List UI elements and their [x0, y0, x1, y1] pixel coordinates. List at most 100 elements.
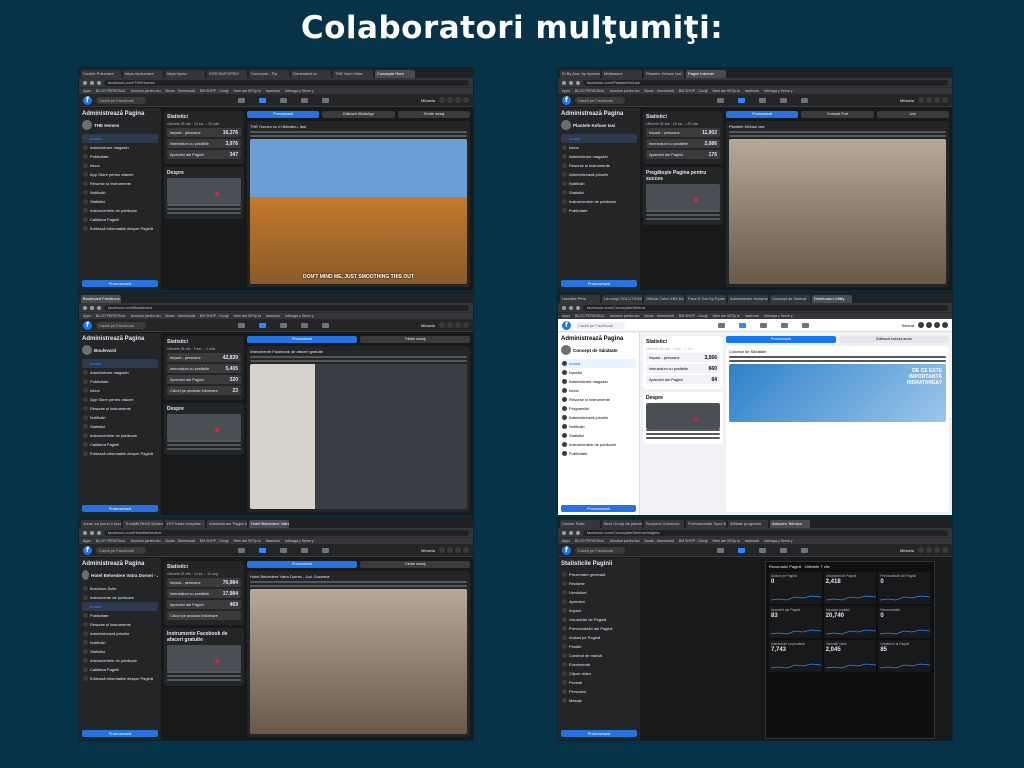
nav-tab-icon[interactable]	[779, 97, 787, 103]
sidebar-item[interactable]: Business Suite	[82, 584, 158, 593]
user-name[interactable]: Mihaela	[900, 98, 914, 103]
reload-icon[interactable]	[576, 80, 580, 85]
stat-row[interactable]: Clicuri pe produse informare 23	[167, 386, 241, 395]
sidebar-item[interactable]: Administrare magazin	[82, 368, 158, 377]
bookmark-item[interactable]: Intreaga y Serve y	[764, 89, 792, 93]
nav-tab-icon[interactable]	[321, 322, 329, 328]
account-icon[interactable]	[463, 322, 469, 328]
bookmark-item[interactable]: BLOG PERSONAL	[575, 314, 605, 318]
bookmark-item[interactable]: Intreaga y Serve y	[764, 314, 792, 318]
sidebar-item[interactable]: Reclame	[561, 579, 637, 588]
nav-tab-icon[interactable]	[717, 322, 725, 328]
map-preview[interactable]	[167, 414, 241, 440]
sidebar-item[interactable]: Vizualizări de Pagină	[561, 615, 637, 624]
sidebar-item[interactable]: Instrumentele de publicare	[82, 431, 158, 440]
sidebar-item[interactable]: Acasă	[82, 602, 158, 611]
action-button[interactable]: Trimite mesaj	[360, 561, 470, 568]
nav-tab-icon[interactable]	[737, 547, 745, 553]
nav-tab-icon[interactable]	[279, 547, 287, 553]
stat-row[interactable]: Interacțiuni cu postările 660	[646, 364, 720, 373]
account-icon[interactable]	[942, 97, 948, 103]
sidebar-item[interactable]: Acasă	[82, 359, 158, 368]
browser-tab[interactable]: Concepte - Pyl	[249, 70, 289, 78]
bookmark-item[interactable]: Anunturi pentru tau	[610, 314, 640, 318]
sidebar-item[interactable]: Clipuri video	[561, 669, 637, 678]
bookmark-item[interactable]: Here are 9S7ip to	[233, 539, 260, 543]
stat-row[interactable]: Impact - persoane 70,984	[167, 578, 241, 587]
bookmark-item[interactable]: facebook	[745, 89, 759, 93]
browser-tab[interactable]: Vreau sa pierzi o faza	[81, 520, 121, 528]
facebook-logo-icon[interactable]: f	[83, 95, 92, 105]
stat-row[interactable]: Aprecieri ale Paginii 64	[646, 375, 720, 384]
promote-button[interactable]: Promovează	[561, 505, 636, 512]
sidebar-item[interactable]: Statistici	[82, 647, 158, 656]
browser-tab[interactable]: Administrare reclamei	[728, 295, 768, 303]
facebook-search-input[interactable]: Caută pe Facebook	[96, 321, 146, 329]
reload-icon[interactable]	[97, 305, 101, 310]
url-field[interactable]: facebook.com/Boulevard	[104, 304, 469, 311]
sidebar-item[interactable]: Inbox	[82, 386, 158, 395]
page-identity[interactable]: Boulevard	[82, 345, 158, 355]
browser-tab[interactable]: Pagini Internet	[686, 70, 726, 78]
sidebar-item[interactable]: Administrează joburile	[561, 170, 637, 179]
promote-button[interactable]: Promovează	[82, 280, 158, 287]
nav-tab-icon[interactable]	[300, 547, 308, 553]
bell-icon[interactable]	[455, 547, 461, 553]
sidebar-item[interactable]: Publicitate	[82, 377, 158, 386]
browser-tab[interactable]: THE Hom Vitae	[333, 70, 373, 78]
facebook-logo-icon[interactable]: f	[562, 320, 571, 330]
action-button[interactable]: Editează WhatsApp	[322, 111, 395, 118]
sidebar-item[interactable]: Resurse și instrumente	[82, 404, 158, 413]
menu-icon[interactable]	[918, 322, 924, 328]
insight-card[interactable]: Impactul postării 20,740	[823, 606, 877, 638]
bookmark-item[interactable]: Boost - Generează	[645, 314, 674, 318]
sidebar-item[interactable]: Editează informațiile despre Pagină	[82, 224, 158, 233]
sidebar-item[interactable]: Resurse și instrumente	[82, 179, 158, 188]
back-icon[interactable]	[562, 305, 566, 310]
browser-tab[interactable]: Hoodies Pers	[560, 295, 600, 303]
stat-row[interactable]: Interacțiuni cu postările 17,984	[167, 589, 241, 598]
back-icon[interactable]	[83, 305, 87, 310]
url-field[interactable]: facebook.com/ConceptdeSelena	[583, 304, 948, 311]
account-icon[interactable]	[942, 322, 948, 328]
sidebar-item[interactable]: Acțiuni pe Pagină	[561, 633, 637, 642]
insight-card[interactable]: Interacțiuni cu postările 7,743	[769, 640, 822, 672]
user-name[interactable]: Selena	[902, 323, 914, 328]
bookmark-item[interactable]: Apps	[83, 314, 91, 318]
bookmark-item[interactable]: Anunturi pentru tau	[610, 89, 640, 93]
bookmark-item[interactable]: BLOG PERSONAL	[575, 539, 605, 543]
bookmark-item[interactable]: facebook	[266, 314, 280, 318]
nav-tab-icon[interactable]	[258, 547, 266, 553]
messenger-icon[interactable]	[447, 547, 453, 553]
sidebar-item[interactable]: Statistici	[561, 431, 636, 440]
sidebar-item[interactable]: Impact	[561, 606, 637, 615]
menu-icon[interactable]	[439, 322, 445, 328]
bookmark-item[interactable]: Intreaga y Serve y	[285, 314, 313, 318]
menu-icon[interactable]	[918, 97, 924, 103]
browser-tab[interactable]: Mofassore	[602, 70, 642, 78]
bookmark-item[interactable]: Apps	[83, 89, 91, 93]
sidebar-item[interactable]: Acasă	[561, 134, 637, 143]
bookmark-item[interactable]: Intreaga y Serve y	[285, 539, 313, 543]
bookmark-item[interactable]: BM SHOP - Googl	[679, 539, 708, 543]
bookmark-item[interactable]: BM SHOP - Googl	[679, 314, 708, 318]
action-button[interactable]: Live	[876, 111, 949, 118]
nav-tab-icon[interactable]	[279, 97, 287, 103]
promote-button[interactable]: Promovează	[561, 280, 637, 287]
sidebar-item[interactable]: Statistici	[82, 197, 158, 206]
page-identity[interactable]: Concept de Sănătate	[561, 345, 636, 355]
user-name[interactable]: Mihaela	[421, 98, 435, 103]
browser-tab[interactable]: Professionale Sync Website	[686, 520, 726, 528]
bell-icon[interactable]	[455, 322, 461, 328]
facebook-logo-icon[interactable]: f	[562, 545, 571, 555]
sidebar-item[interactable]: Notificări	[82, 638, 158, 647]
facebook-search-input[interactable]: Caută pe Facebook	[575, 321, 625, 329]
bookmark-item[interactable]: BM SHOP - Googl	[200, 539, 229, 543]
stat-row[interactable]: Aprecieri ale Paginii 176	[646, 150, 720, 159]
menu-icon[interactable]	[439, 97, 445, 103]
browser-tab[interactable]: Official Color XBX Bo	[644, 295, 684, 303]
stat-row[interactable]: Aprecieri ale Paginii 347	[167, 150, 241, 159]
browser-tab[interactable]: Dashboard Utility	[812, 295, 852, 303]
sidebar-item[interactable]: Resurse și instrumente	[561, 395, 636, 404]
stat-row[interactable]: Aprecieri ale Paginii 469	[167, 600, 241, 609]
